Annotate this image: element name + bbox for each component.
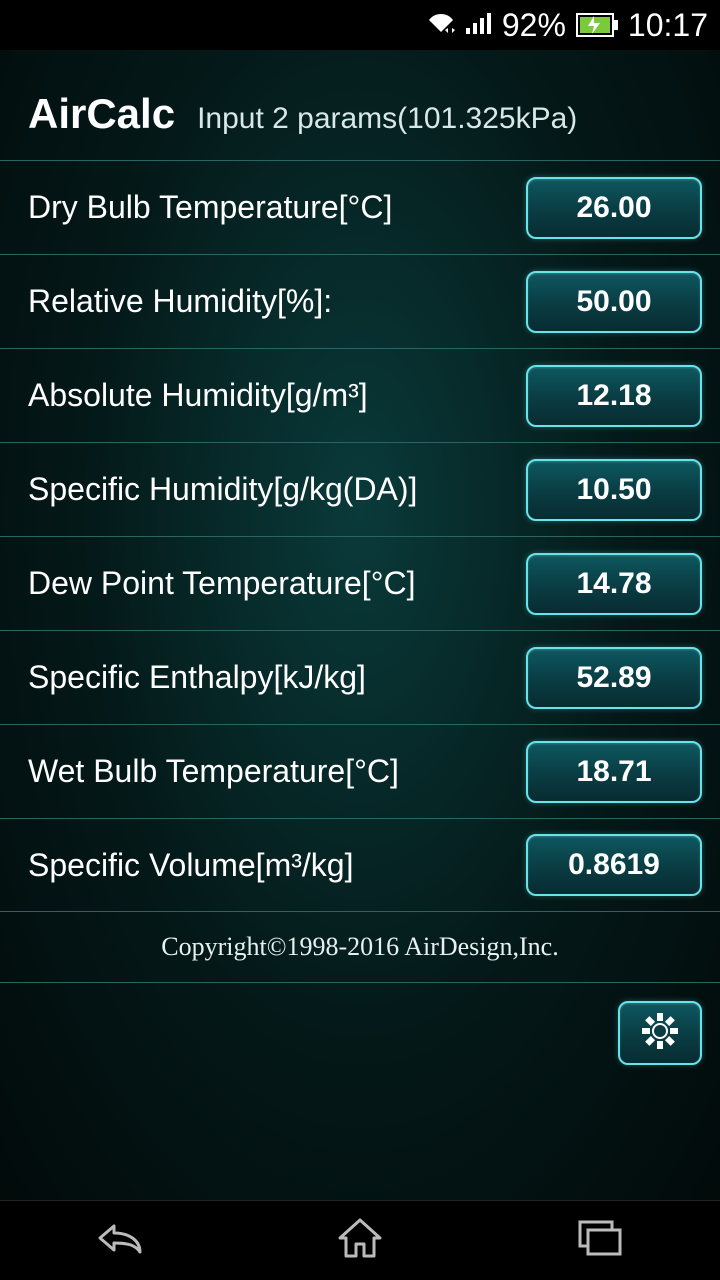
row-dry-bulb-temperature: Dry Bulb Temperature[°C] 26.00 bbox=[0, 160, 720, 254]
home-button[interactable] bbox=[300, 1211, 420, 1271]
param-label: Absolute Humidity[g/m³] bbox=[28, 377, 368, 414]
gear-icon bbox=[640, 1011, 680, 1056]
row-dew-point: Dew Point Temperature[°C] 14.78 bbox=[0, 536, 720, 630]
value-button-wet-bulb[interactable]: 18.71 bbox=[526, 741, 702, 803]
value-button-dew-point[interactable]: 14.78 bbox=[526, 553, 702, 615]
battery-icon bbox=[576, 13, 618, 37]
param-label: Relative Humidity[%]: bbox=[28, 283, 332, 320]
row-specific-enthalpy: Specific Enthalpy[kJ/kg] 52.89 bbox=[0, 630, 720, 724]
value-button-dry-bulb[interactable]: 26.00 bbox=[526, 177, 702, 239]
navigation-bar bbox=[0, 1200, 720, 1280]
param-label: Dry Bulb Temperature[°C] bbox=[28, 189, 392, 226]
parameter-list: Dry Bulb Temperature[°C] 26.00 Relative … bbox=[0, 160, 720, 912]
recent-apps-button[interactable] bbox=[540, 1211, 660, 1271]
settings-button[interactable] bbox=[618, 1001, 702, 1065]
app-title: AirCalc bbox=[28, 90, 175, 138]
param-label: Specific Volume[m³/kg] bbox=[28, 847, 353, 884]
row-relative-humidity: Relative Humidity[%]: 50.00 bbox=[0, 254, 720, 348]
row-specific-humidity: Specific Humidity[g/kg(DA)] 10.50 bbox=[0, 442, 720, 536]
param-label: Wet Bulb Temperature[°C] bbox=[28, 753, 399, 790]
cell-signal-icon bbox=[464, 7, 492, 44]
value-button-specific-enthalpy[interactable]: 52.89 bbox=[526, 647, 702, 709]
back-button[interactable] bbox=[60, 1211, 180, 1271]
back-icon bbox=[92, 1216, 148, 1265]
copyright-text: Copyright©1998-2016 AirDesign,Inc. bbox=[0, 912, 720, 983]
clock-time: 10:17 bbox=[628, 7, 708, 44]
value-button-specific-humidity[interactable]: 10.50 bbox=[526, 459, 702, 521]
app-header: AirCalc Input 2 params(101.325kPa) bbox=[0, 50, 720, 160]
row-specific-volume: Specific Volume[m³/kg] 0.8619 bbox=[0, 818, 720, 912]
value-button-relative-humidity[interactable]: 50.00 bbox=[526, 271, 702, 333]
row-absolute-humidity: Absolute Humidity[g/m³] 12.18 bbox=[0, 348, 720, 442]
param-label: Dew Point Temperature[°C] bbox=[28, 565, 415, 602]
battery-percent: 92% bbox=[502, 7, 566, 44]
row-wet-bulb: Wet Bulb Temperature[°C] 18.71 bbox=[0, 724, 720, 818]
wifi-sync-icon bbox=[426, 7, 456, 44]
value-button-specific-volume[interactable]: 0.8619 bbox=[526, 834, 702, 896]
param-label: Specific Enthalpy[kJ/kg] bbox=[28, 659, 366, 696]
value-button-absolute-humidity[interactable]: 12.18 bbox=[526, 365, 702, 427]
status-bar: 92% 10:17 bbox=[0, 0, 720, 50]
home-icon bbox=[336, 1216, 384, 1265]
recent-apps-icon bbox=[576, 1218, 624, 1263]
app-subtitle: Input 2 params(101.325kPa) bbox=[197, 102, 577, 136]
param-label: Specific Humidity[g/kg(DA)] bbox=[28, 471, 417, 508]
